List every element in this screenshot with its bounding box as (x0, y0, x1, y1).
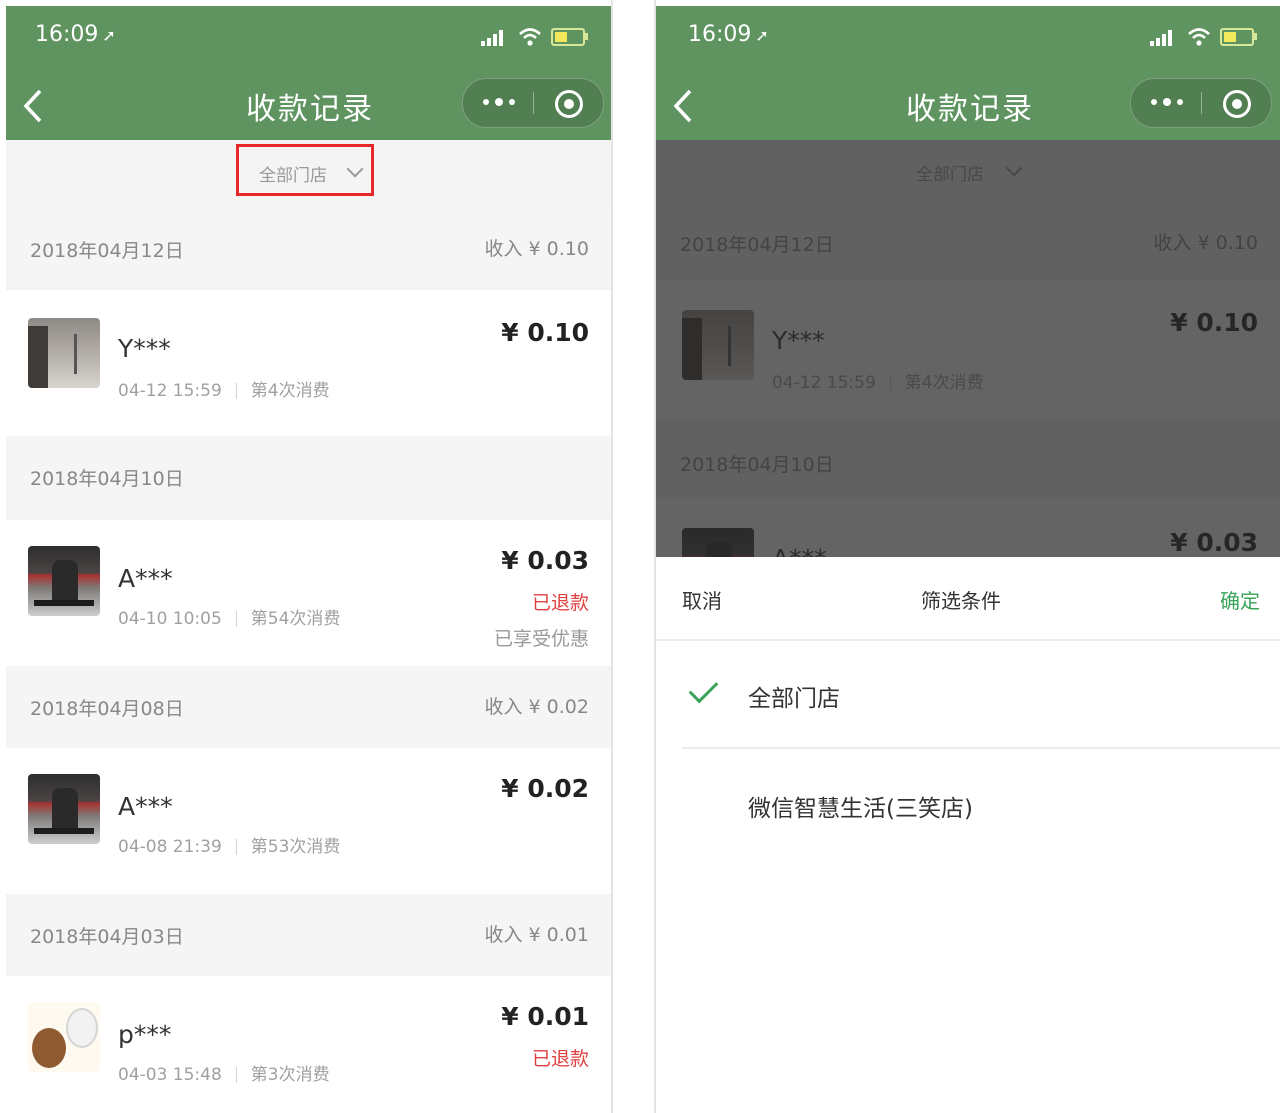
location-arrow-icon: ➚ (755, 26, 769, 45)
status-icons (481, 28, 593, 46)
store-option-sanxiao[interactable]: 微信智慧生活(三笑店) (656, 751, 1280, 859)
cancel-button[interactable]: 取消 (682, 585, 722, 614)
wifi-icon (1188, 28, 1210, 46)
date-header: 2018年04月12日 收入 ¥ 0.10 (6, 208, 611, 288)
transaction-meta: 04-08 21:39 第53次消费 (118, 837, 341, 857)
signal-icon (1150, 30, 1176, 46)
transaction-amount: ¥ 0.02 (501, 774, 589, 803)
transaction-meta: 04-12 15:59第4次消费 (118, 381, 330, 401)
status-time: 16:09 ➚ (688, 22, 769, 47)
group-income: 收入 ¥ 0.01 (484, 924, 589, 946)
transaction-row[interactable]: A*** 04-10 10:05 第54次消费 ¥ 0.03 已退款 已享受优惠 (6, 520, 611, 666)
date-header: 2018年04月03日 收入 ¥ 0.01 (6, 894, 611, 974)
back-chevron-icon[interactable] (20, 88, 46, 124)
group-date: 2018年04月08日 (30, 698, 184, 720)
discount-note: 已享受优惠 (493, 628, 589, 650)
dimmed-list: 全部门店 2018年04月12日 收入 ¥ 0.10 Y*** 04-12 15… (656, 140, 1280, 557)
store-option-all[interactable]: 全部门店 (656, 641, 1280, 749)
avatar (28, 774, 100, 844)
transaction-row[interactable]: p*** 04-03 15:48 第3次消费 ¥ 0.01 已退款 (6, 976, 611, 1113)
nav-header: 16:09 ➚ 收款记录 (6, 6, 611, 140)
back-chevron-icon[interactable] (670, 88, 696, 124)
modal-backdrop[interactable] (656, 140, 1280, 557)
status-time: 16:09 ➚ (35, 22, 116, 47)
group-date: 2018年04月12日 (30, 240, 184, 262)
sheet-header: 取消 筛选条件 确定 (656, 557, 1280, 641)
customer-name: A*** (118, 792, 173, 821)
group-income: 收入 ¥ 0.02 (484, 696, 589, 718)
nav-header: 16:09 ➚ 收款记录 (656, 6, 1280, 140)
more-dots-icon[interactable] (1151, 97, 1185, 107)
page-title: 收款记录 (246, 92, 374, 127)
store-filter-button[interactable]: 全部门店 (236, 144, 374, 196)
filter-bar: 全部门店 (6, 140, 611, 206)
mini-program-capsule (1130, 78, 1272, 128)
battery-icon (551, 28, 588, 46)
date-header: 2018年04月10日 (6, 436, 611, 516)
checkmark-icon (688, 673, 719, 704)
group-income: 收入 ¥ 0.10 (484, 238, 589, 260)
refund-status: 已退款 (531, 1048, 589, 1070)
avatar (28, 318, 100, 388)
option-label: 微信智慧生活(三笑店) (748, 796, 973, 822)
customer-name: p*** (118, 1020, 172, 1049)
transaction-amount: ¥ 0.01 (501, 1002, 589, 1031)
chevron-down-icon (346, 160, 364, 178)
transaction-amount: ¥ 0.10 (501, 318, 589, 347)
filter-bottom-sheet: 取消 筛选条件 确定 全部门店 微信智慧生活(三笑店) (656, 557, 1280, 1113)
avatar (28, 1002, 100, 1072)
avatar (28, 546, 100, 616)
more-dots-icon[interactable] (483, 97, 517, 107)
transaction-amount: ¥ 0.03 (501, 546, 589, 575)
target-circle-icon[interactable] (555, 90, 583, 118)
wifi-icon (519, 28, 541, 46)
refund-status: 已退款 (531, 592, 589, 614)
option-label: 全部门店 (748, 686, 840, 712)
group-date: 2018年04月03日 (30, 926, 184, 948)
screen-divider (611, 0, 613, 1113)
location-arrow-icon: ➚ (102, 26, 116, 45)
transaction-row[interactable]: Y*** 04-12 15:59 第4次消费 ¥ 0.10 (6, 290, 611, 436)
confirm-button[interactable]: 确定 (1220, 585, 1260, 614)
target-circle-icon[interactable] (1223, 90, 1251, 118)
battery-icon (1220, 28, 1257, 46)
date-header: 2018年04月08日 收入 ¥ 0.02 (6, 666, 611, 746)
transaction-meta: 04-03 15:48 第3次消费 (118, 1065, 330, 1085)
right-phone-screen: 16:09➚ 收款记录 全部门店 2018年04月12日 收入 ¥ 0.10 Y… (656, 6, 1280, 1113)
store-filter-label: 全部门店 (259, 166, 327, 186)
status-icons (1150, 28, 1262, 46)
customer-name: A*** (118, 564, 173, 593)
signal-icon (481, 30, 507, 46)
transaction-row[interactable]: A*** 04-08 21:39 第53次消费 ¥ 0.02 (6, 748, 611, 894)
transaction-meta: 04-10 10:05 第54次消费 (118, 609, 341, 629)
group-date: 2018年04月10日 (30, 468, 184, 490)
customer-name: Y*** (118, 334, 171, 363)
page-title: 收款记录 (906, 92, 1034, 127)
sheet-title: 筛选条件 (921, 589, 1001, 613)
left-phone-screen: 16:09 ➚ 收款记录 全部门店 2018年04月12日 收入 ¥ 0.10 Y… (6, 6, 611, 1113)
mini-program-capsule (462, 78, 604, 128)
